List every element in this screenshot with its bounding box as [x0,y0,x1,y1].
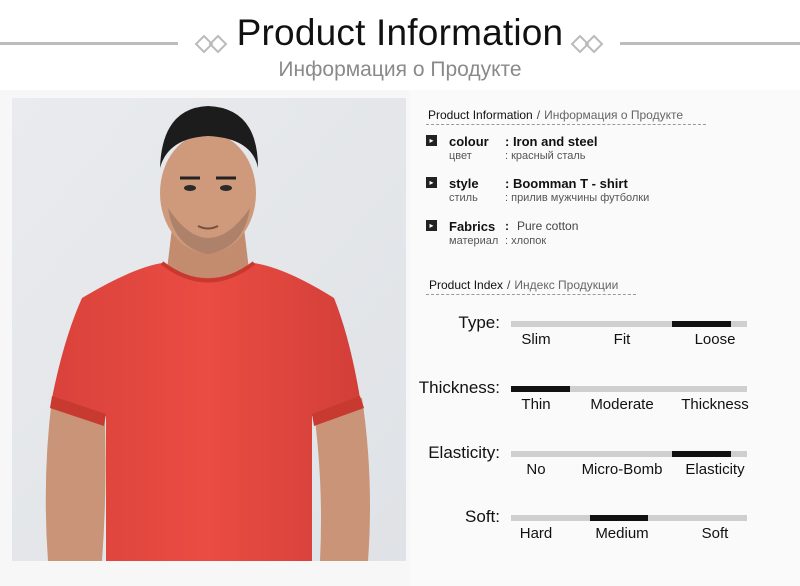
index-scale-option: Elasticity [685,461,745,478]
product-index-heading: Product Index / Индекс Продукции [429,278,618,292]
index-scale-option: Soft [701,525,729,542]
attribute-style: ▸ style : Boomman T - shirt стиль : прил… [424,176,784,212]
index-scale-option: Loose [694,331,736,348]
index-scale-marker [511,386,570,392]
index-scale-option: Micro-Bomb [581,461,663,478]
index-scale-marker [672,321,731,327]
attribute-key: colour [449,134,489,149]
index-scale-track [511,515,747,521]
index-label: Elasticity: [428,443,500,462]
index-scale-option: Hard [519,525,553,542]
attribute-key-ru: цвет [449,150,472,162]
diamond-ornament-icon [570,34,604,54]
index-scale-option: Thickness [681,396,749,413]
product-info-heading-ru: Информация о Продукте [544,108,684,122]
attribute-fabrics: ▸ Fabrics : Pure cotton материал : хлопок [424,219,784,255]
product-index-underline [426,294,636,295]
product-index-heading-ru: Индекс Продукции [514,278,619,292]
attribute-value-ru: : красный сталь [505,150,586,162]
attribute-colour: ▸ colour : Iron and steel цвет : красный… [424,134,784,170]
attribute-key-ru: материал [449,235,499,247]
index-scale-track [511,451,747,457]
heading-separator: / [507,278,511,292]
attribute-value: : Boomman T - shirt [505,176,628,191]
index-scale-option: Medium [595,525,649,542]
attribute-value-text: Pure cotton [517,219,579,233]
attribute-value: : Pure cotton [505,219,578,233]
heading-separator: / [536,108,541,122]
index-scale-option: Thin [521,396,551,413]
product-photo [12,98,406,561]
index-scale-option: No [526,461,546,478]
attribute-value-ru: : хлопок [505,235,547,247]
attribute-key: Fabrics [449,219,496,234]
page-title: Product Information [236,12,564,53]
arrow-bullet-icon: ▸ [426,220,437,231]
attribute-value-ru: : прилив мужчины футболки [505,192,650,204]
index-scale-option: Moderate [590,396,654,413]
index-label: Soft: [465,507,500,526]
index-scale-marker [589,515,649,521]
product-info-heading-en: Product Information [428,108,533,122]
page-subtitle: Информация о Продукте [278,58,522,81]
header: Product Information Информация о Продукт… [0,0,800,90]
attribute-key-ru: стиль [449,192,478,204]
index-scale-track [511,321,747,327]
attribute-colon: : [505,219,509,233]
arrow-bullet-icon: ▸ [426,135,437,146]
index-scale-marker [672,451,731,457]
product-info-underline [426,124,706,125]
index-scale-option: Fit [613,331,631,348]
attribute-value: : Iron and steel [505,134,598,149]
header-divider-left [0,42,178,45]
arrow-bullet-icon: ▸ [426,177,437,188]
attribute-key: style [449,176,479,191]
product-info-heading: Product Information / Информация о Продукт… [428,108,683,122]
header-divider-right [620,42,800,45]
index-scale-option: Slim [521,331,551,348]
index-scale-track [511,386,747,392]
product-index-heading-en: Product Index [429,278,504,292]
index-label: Type: [458,313,500,332]
index-label: Thickness: [418,378,500,397]
